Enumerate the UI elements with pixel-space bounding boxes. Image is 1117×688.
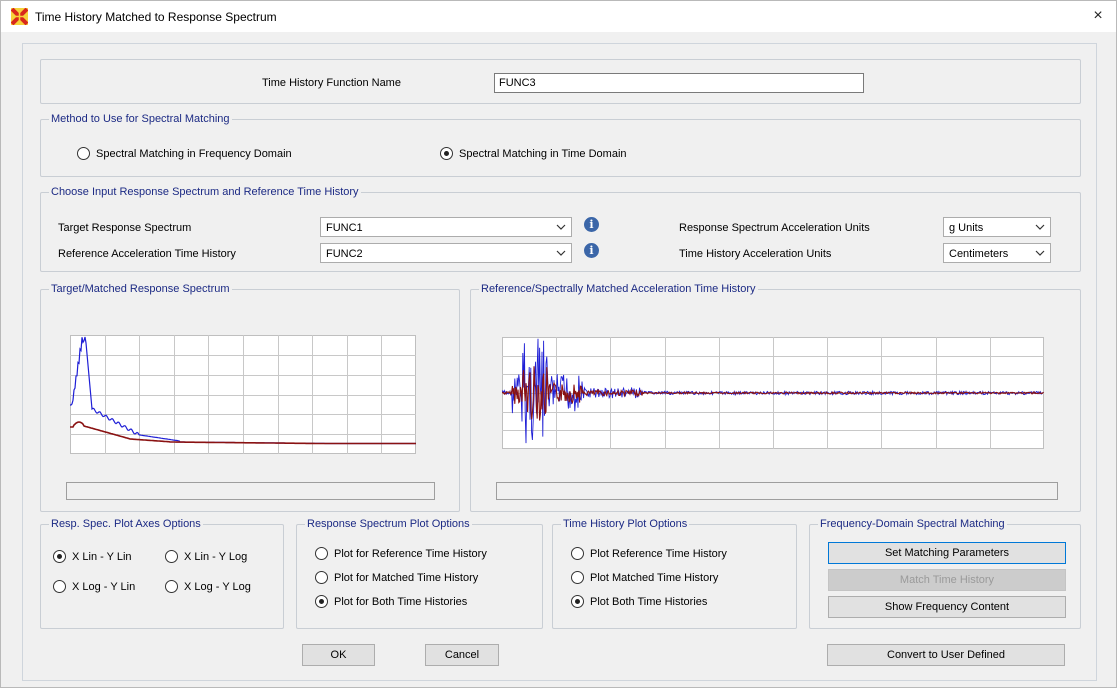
inputs-group: Choose Input Response Spectrum and Refer… [40,186,1081,272]
spectrum-plot-legend: Target/Matched Response Spectrum [49,283,232,295]
radio-label: Plot Matched Time History [590,571,719,584]
show-frequency-content-button[interactable]: Show Frequency Content [828,596,1066,618]
radio-label: Plot for Matched Time History [334,571,479,584]
radio-label: Spectral Matching in Frequency Domain [96,147,292,160]
radio-th-both[interactable]: Plot Both Time Histories [571,595,707,608]
inputs-legend: Choose Input Response Spectrum and Refer… [49,186,361,198]
radio-dot [315,571,328,584]
rs-plot-options-group: Response Spectrum Plot Options Plot for … [296,518,543,629]
radio-label: Plot Reference Time History [590,547,727,560]
convert-to-user-defined-button[interactable]: Convert to User Defined [827,644,1065,666]
radio-time-domain[interactable]: Spectral Matching in Time Domain [440,147,627,160]
radio-label: Plot Both Time Histories [590,595,708,608]
match-time-history-button[interactable]: Match Time History [828,569,1066,591]
target-spectrum-value: FUNC1 [326,222,363,234]
radio-xlog-ylin[interactable]: X Log - Y Lin [53,580,135,593]
radio-th-matched[interactable]: Plot Matched Time History [571,571,718,584]
radio-label: Plot for Reference Time History [334,547,487,560]
th-plot-options-group: Time History Plot Options Plot Reference… [552,518,797,629]
radio-dot [315,547,328,560]
radio-dot [571,595,584,608]
radio-label: X Lin - Y Log [184,550,248,563]
radio-dot [77,147,90,160]
chevron-down-icon [556,224,566,230]
radio-xlin-ylin[interactable]: X Lin - Y Lin [53,550,132,563]
dialog-window: Time History Matched to Response Spectru… [0,0,1117,688]
reference-history-value: FUNC2 [326,248,363,260]
radio-label: Plot for Both Time Histories [334,595,468,608]
rs-plot-options-legend: Response Spectrum Plot Options [305,518,472,530]
rs-units-value: g Units [949,222,984,234]
info-icon[interactable]: i [584,217,599,232]
rs-units-label: Response Spectrum Acceleration Units [679,222,870,234]
th-plot-options-legend: Time History Plot Options [561,518,690,530]
axes-options-group: Resp. Spec. Plot Axes Options X Lin - Y … [40,518,284,629]
radio-plot-both[interactable]: Plot for Both Time Histories [315,595,467,608]
chevron-down-icon [556,250,566,256]
cancel-button[interactable]: Cancel [425,644,499,666]
function-name-label: Time History Function Name [262,77,401,89]
radio-dot [315,595,328,608]
radio-xlog-ylog[interactable]: X Log - Y Log [165,580,251,593]
spectrum-scrollbar[interactable] [66,482,435,500]
radio-label: X Log - Y Lin [72,580,136,593]
th-units-label: Time History Acceleration Units [679,248,832,260]
radio-plot-reference[interactable]: Plot for Reference Time History [315,547,487,560]
spectrum-plot-group: Target/Matched Response Spectrum [40,283,460,512]
radio-dot [53,580,66,593]
time-history-plot [502,337,1044,449]
info-icon[interactable]: i [584,243,599,258]
radio-label: X Lin - Y Lin [72,550,132,563]
reference-history-label: Reference Acceleration Time History [58,248,236,260]
th-units-value: Centimeters [949,248,1009,260]
radio-frequency-domain[interactable]: Spectral Matching in Frequency Domain [77,147,292,160]
rs-units-select[interactable]: g Units [943,217,1051,237]
app-logo-icon [11,8,28,25]
radio-dot [571,547,584,560]
reference-history-select[interactable]: FUNC2 [320,243,572,263]
radio-dot [53,550,66,563]
radio-dot [440,147,453,160]
function-name-input[interactable]: FUNC3 [494,73,864,93]
method-legend: Method to Use for Spectral Matching [49,113,232,125]
radio-label: X Log - Y Log [184,580,251,593]
radio-xlin-ylog[interactable]: X Lin - Y Log [165,550,247,563]
ok-button[interactable]: OK [302,644,375,666]
th-units-select[interactable]: Centimeters [943,243,1051,263]
chevron-down-icon [1035,224,1045,230]
history-plot-legend: Reference/Spectrally Matched Acceleratio… [479,283,758,295]
target-spectrum-select[interactable]: FUNC1 [320,217,572,237]
method-group: Method to Use for Spectral Matching Spec… [40,113,1081,177]
axes-options-legend: Resp. Spec. Plot Axes Options [49,518,203,530]
history-plot-group: Reference/Spectrally Matched Acceleratio… [470,283,1081,512]
main-panel: Time History Function Name FUNC3 Method … [22,43,1097,681]
freq-domain-group: Frequency-Domain Spectral Matching Set M… [809,518,1081,629]
spectrum-plot [70,335,416,454]
radio-plot-matched[interactable]: Plot for Matched Time History [315,571,478,584]
radio-dot [165,580,178,593]
radio-th-reference[interactable]: Plot Reference Time History [571,547,727,560]
close-icon[interactable]: × [1088,6,1108,26]
radio-dot [571,571,584,584]
radio-label: Spectral Matching in Time Domain [459,147,627,160]
window-title: Time History Matched to Response Spectru… [35,10,277,24]
chevron-down-icon [1035,250,1045,256]
history-scrollbar[interactable] [496,482,1058,500]
title-bar: Time History Matched to Response Spectru… [1,1,1116,32]
target-spectrum-label: Target Response Spectrum [58,222,192,234]
set-matching-parameters-button[interactable]: Set Matching Parameters [828,542,1066,564]
function-name-group: Time History Function Name FUNC3 [40,59,1081,104]
radio-dot [165,550,178,563]
freq-domain-legend: Frequency-Domain Spectral Matching [818,518,1007,530]
